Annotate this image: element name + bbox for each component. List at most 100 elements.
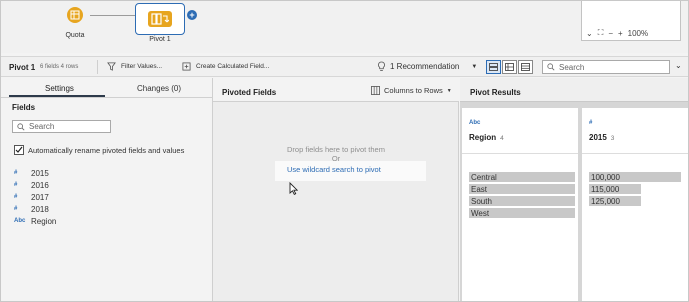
lightbulb-icon <box>378 61 385 71</box>
column-divider <box>582 153 688 154</box>
fit-to-screen-icon[interactable]: ⛶ <box>598 28 604 38</box>
dropdown-arrow-icon: ▼ <box>446 87 452 94</box>
settings-panel: Settings Changes (0) Fields Search Autom… <box>1 78 213 301</box>
value-row[interactable]: West <box>469 207 575 219</box>
tab-changes[interactable]: Changes (0) <box>137 84 181 93</box>
mouse-cursor-icon <box>289 182 298 195</box>
filter-values-button[interactable]: Filter Values... <box>107 62 162 71</box>
search-icon <box>547 63 555 71</box>
fields-heading: Fields <box>12 103 36 112</box>
auto-rename-option: Automatically rename pivoted fields and … <box>14 145 184 155</box>
columns-to-rows-icon <box>371 86 380 95</box>
value-bar: 125,000 <box>589 196 641 206</box>
step-name[interactable]: Pivot 1 <box>9 63 35 72</box>
field-name: 2018 <box>31 204 49 214</box>
auto-rename-label: Automatically rename pivoted fields and … <box>28 145 185 155</box>
field-name: 2016 <box>31 180 49 190</box>
column-header[interactable]: 2015 3 <box>589 133 614 142</box>
zoom-level: 100% <box>627 28 649 38</box>
value-label: 100,000 <box>591 172 620 182</box>
value-label: West <box>471 208 490 218</box>
wildcard-search-link[interactable]: Use wildcard search to pivot <box>275 161 426 181</box>
recommendations-label: 1 Recommendation <box>390 62 460 71</box>
field-item[interactable]: Abc Region <box>14 215 56 227</box>
column-values: Central East South West <box>469 171 575 219</box>
pivot-results-title: Pivot Results <box>470 88 521 97</box>
flow-node-quota[interactable]: Quota <box>58 7 92 39</box>
pivot-results-panel: Pivot Results Abc Region 4 Central East S… <box>460 78 688 301</box>
pivoted-fields-panel[interactable]: Pivoted Fields Columns to Rows ▼ Drop fi… <box>213 78 459 301</box>
field-item[interactable]: #2017 <box>14 191 56 203</box>
view-toggle-group <box>486 60 533 74</box>
input-step-icon <box>67 7 83 23</box>
number-type-icon: # <box>589 120 593 126</box>
column-value-count: 4 <box>500 135 504 142</box>
flow-canvas[interactable]: Quota Pivot 1 + ⌄ ⛶ − + 100% <box>1 1 688 53</box>
grid-view-icon <box>505 63 514 71</box>
filter-icon <box>107 62 116 71</box>
collapse-chevron-icon[interactable]: ⌄ <box>675 61 682 70</box>
field-list: #2015 #2016 #2017 #2018 Abc Region <box>14 167 56 227</box>
pivot-results-header: Pivot Results <box>460 78 688 102</box>
result-column-region[interactable]: Abc Region 4 Central East South West <box>462 108 578 301</box>
value-row[interactable]: 125,000 <box>589 195 681 207</box>
value-bar: 115,000 <box>589 184 641 194</box>
filter-values-label: Filter Values... <box>121 63 163 70</box>
create-calculated-field-label: Create Calculated Field... <box>196 63 270 70</box>
column-value-count: 3 <box>610 135 615 142</box>
field-name: 2017 <box>31 192 49 202</box>
pivoted-fields-title: Pivoted Fields <box>222 88 277 97</box>
view-list-button[interactable] <box>502 60 517 74</box>
view-data-button[interactable] <box>518 60 533 74</box>
search-icon <box>17 122 25 130</box>
fields-search-placeholder: Search <box>29 122 55 131</box>
string-type-icon: Abc <box>14 218 26 224</box>
profile-view-icon <box>489 63 498 71</box>
value-bar: East <box>469 184 575 194</box>
value-label: 115,000 <box>591 184 620 194</box>
value-row[interactable]: East <box>469 183 575 195</box>
flow-node-pivot[interactable]: Pivot 1 <box>135 3 185 43</box>
value-label: South <box>471 196 492 206</box>
zoom-out-button[interactable]: − <box>608 29 613 38</box>
recommendations-button[interactable]: 1 Recommendation ▼ <box>377 61 477 72</box>
zoom-in-button[interactable]: + <box>618 29 623 38</box>
flow-node-label: Quota <box>65 32 85 39</box>
view-profile-button[interactable] <box>486 60 501 74</box>
app-window: Quota Pivot 1 + ⌄ ⛶ − + 100% Pivot 1 6 f… <box>0 0 689 302</box>
pivot-node-box[interactable] <box>135 3 185 35</box>
number-type-icon: # <box>14 182 18 188</box>
dropdown-arrow-icon: ▼ <box>471 63 478 70</box>
value-row[interactable]: 100,000 <box>589 171 681 183</box>
toolbar-search-input[interactable]: Search <box>542 60 670 74</box>
field-item[interactable]: #2018 <box>14 203 56 215</box>
add-step-button[interactable]: + <box>187 10 197 20</box>
field-item[interactable]: #2015 <box>14 167 56 179</box>
value-row[interactable]: Central <box>469 171 575 183</box>
chevron-down-icon[interactable]: ⌄ <box>586 29 593 38</box>
auto-rename-checkbox[interactable] <box>14 145 24 155</box>
step-meta: 6 fields 4 rows <box>40 64 79 70</box>
value-row[interactable]: South <box>469 195 575 207</box>
value-label: 125,000 <box>591 196 620 206</box>
pivot-mode-dropdown[interactable]: Columns to Rows ▼ <box>371 86 452 95</box>
result-column-2015[interactable]: # 2015 3 100,000 115,000 125,000 <box>582 108 688 301</box>
column-name: 2015 <box>589 133 607 142</box>
pivot-step-icon <box>148 11 172 27</box>
value-row[interactable]: 115,000 <box>589 183 681 195</box>
create-calculated-field-button[interactable]: Create Calculated Field... <box>182 62 269 71</box>
active-tab-indicator <box>9 95 105 97</box>
string-type-icon: Abc <box>469 120 481 126</box>
number-type-icon: # <box>14 206 18 212</box>
step-toolbar: Pivot 1 6 fields 4 rows Filter Values...… <box>1 56 688 77</box>
field-item[interactable]: #2016 <box>14 179 56 191</box>
field-name: 2015 <box>31 168 49 178</box>
value-bar: South <box>469 196 575 206</box>
pivot-mode-label: Columns to Rows <box>384 86 443 95</box>
flow-node-label: Pivot 1 <box>149 36 171 43</box>
table-view-icon <box>521 63 530 71</box>
fields-search-input[interactable]: Search <box>12 120 111 133</box>
tab-settings[interactable]: Settings <box>45 84 74 93</box>
column-header[interactable]: Region 4 <box>469 133 504 142</box>
column-name: Region <box>469 133 497 142</box>
